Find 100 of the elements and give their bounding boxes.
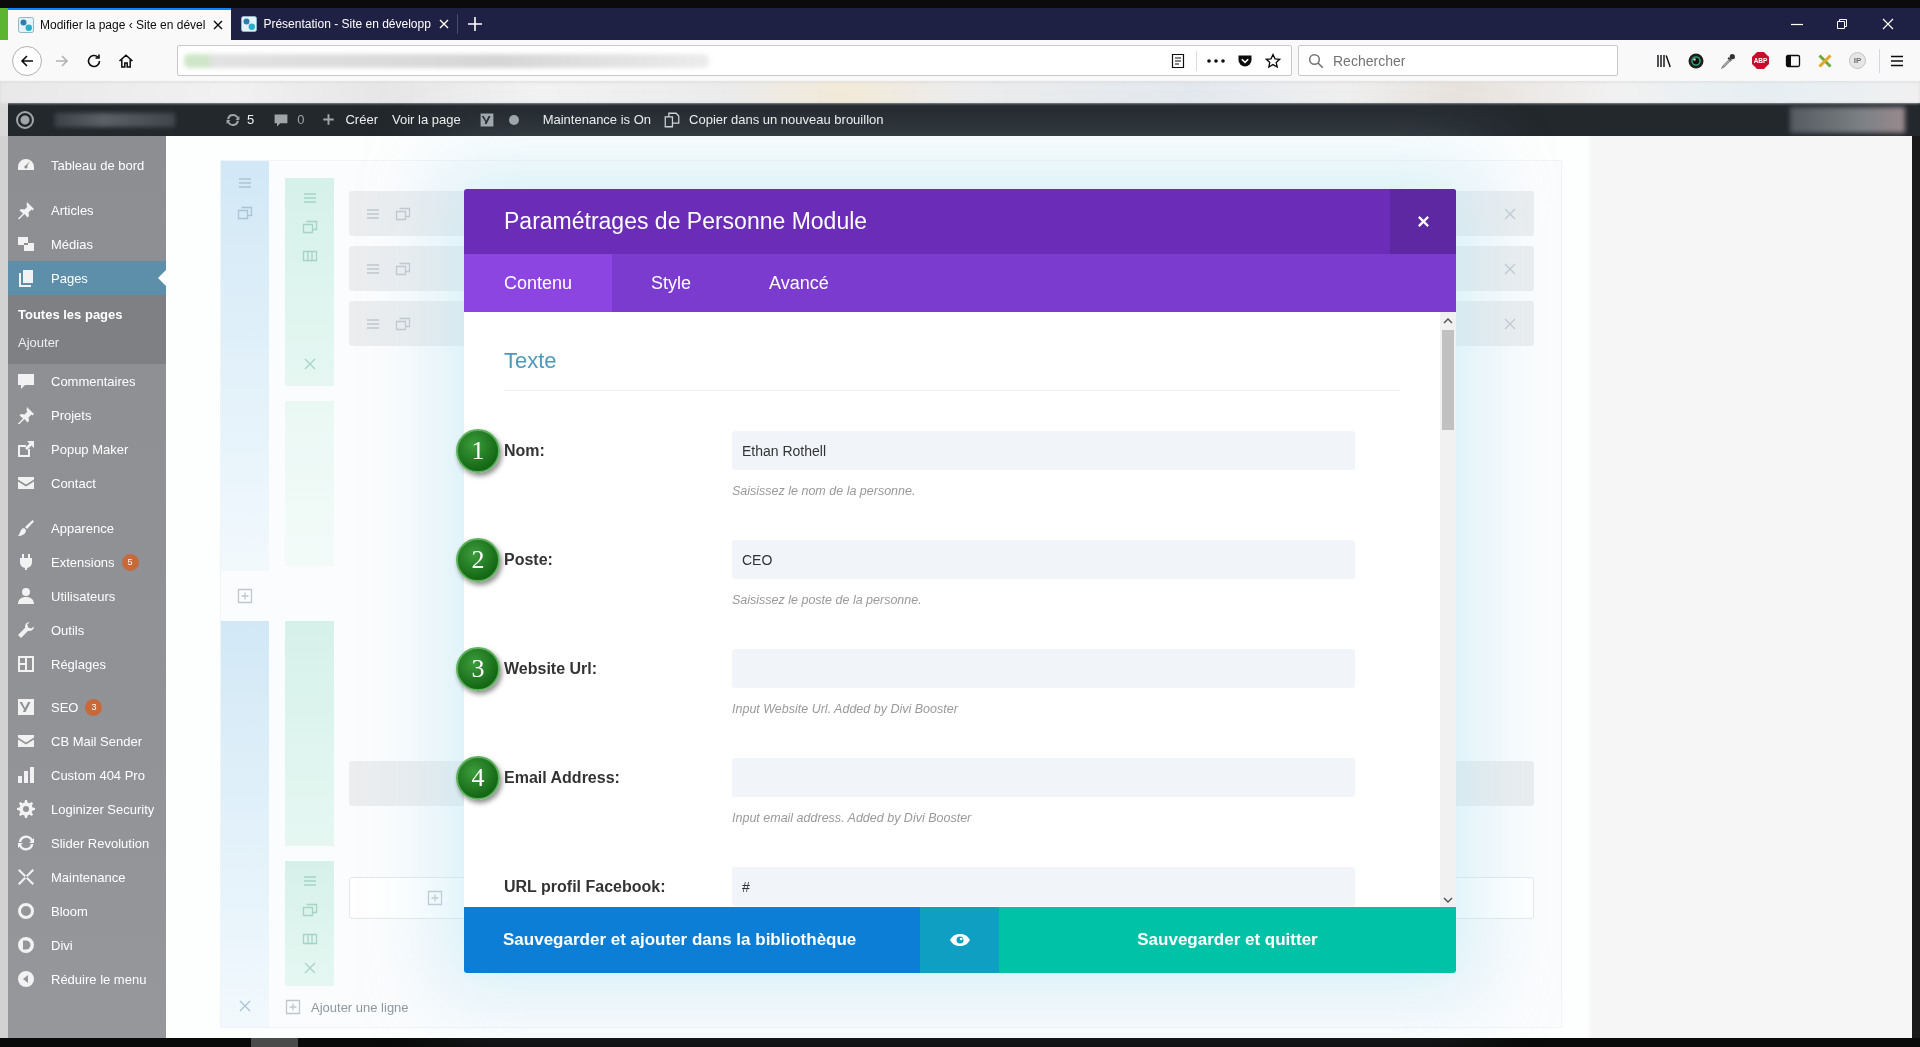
eyedropper-icon[interactable]	[1720, 52, 1736, 69]
external-link-icon	[16, 439, 36, 459]
maintenance-link[interactable]: Maintenance is On	[542, 112, 652, 127]
gear-icon	[16, 799, 36, 819]
submenu-item[interactable]: Ajouter	[8, 329, 166, 357]
save-to-library-button[interactable]: Sauvegarder et ajouter dans la bibliothèque	[464, 907, 920, 973]
collapse-menu-button[interactable]: Réduire le menu	[8, 962, 166, 996]
add-row-link[interactable]: Ajouter une ligne	[285, 998, 1534, 1016]
sidebar-item[interactable]: Réglages	[8, 647, 166, 681]
documents-icon	[16, 268, 36, 288]
seo-menu-button[interactable]	[478, 111, 519, 128]
lens-icon[interactable]	[1688, 52, 1704, 69]
sidebar-item[interactable]: Articles	[8, 193, 166, 227]
address-field[interactable]	[177, 45, 1292, 76]
library-icon[interactable]	[1656, 52, 1672, 69]
dots-favicon-icon	[18, 17, 34, 33]
arrow-right-icon[interactable]	[54, 52, 70, 69]
sidebar-item[interactable]: Médias	[8, 227, 166, 261]
submenu-item[interactable]: Toutes les pages	[8, 301, 166, 329]
text-field[interactable]: Ethan Rothell	[732, 431, 1355, 470]
sidebar-icon[interactable]	[1785, 52, 1801, 69]
star-icon[interactable]	[1265, 52, 1281, 69]
close-button[interactable]	[1390, 189, 1456, 254]
duplicate-icon[interactable]	[237, 205, 253, 221]
sidebar-item[interactable]: Divi	[8, 928, 166, 962]
taskbar-item[interactable]	[251, 1038, 298, 1047]
columns-icon[interactable]	[301, 248, 318, 264]
close-icon[interactable]	[213, 20, 224, 30]
sidebar-item[interactable]: Contact	[8, 466, 166, 500]
ip-badge[interactable]: IP	[1849, 52, 1866, 69]
sidebar-item[interactable]: SEO 3	[8, 690, 166, 724]
field-label: Poste:	[504, 550, 553, 569]
duplicate-icon[interactable]	[301, 219, 318, 235]
crossed-bars-icon[interactable]	[1817, 52, 1833, 69]
step-marker: 4	[456, 755, 500, 800]
sidebar-item[interactable]: Outils	[8, 613, 166, 647]
step-marker: 2	[456, 537, 500, 582]
pushpin-icon	[16, 405, 36, 425]
browser-tab[interactable]: Modifier la page ‹ Site en dével	[8, 8, 232, 40]
step-marker: 3	[456, 646, 500, 691]
sidebar-item[interactable]: Commentaires	[8, 364, 166, 398]
search-field[interactable]: Rechercher	[1298, 45, 1618, 76]
paintbrush-icon	[16, 518, 36, 538]
duplicate-icon[interactable]	[395, 260, 411, 277]
new-content-link[interactable]: Créer	[322, 112, 378, 127]
refresh-icon	[16, 833, 36, 853]
more-icon[interactable]	[1207, 58, 1225, 63]
reader-view-icon[interactable]	[1170, 52, 1186, 69]
comments-link[interactable]: 0	[273, 111, 305, 128]
field-label: URL profil Facebook:	[504, 877, 666, 896]
sidebar-item[interactable]: Projets	[8, 398, 166, 432]
sidebar-item[interactable]: CB Mail Sender	[8, 724, 166, 758]
circle-logo-icon	[16, 935, 36, 955]
sidebar-item[interactable]: Apparence	[8, 511, 166, 545]
sidebar-item[interactable]: Loginizer Security	[8, 792, 166, 826]
dialog-tab[interactable]: Contenu	[464, 254, 613, 312]
duplicate-icon[interactable]	[395, 205, 411, 222]
text-field[interactable]: CEO	[732, 540, 1355, 579]
duplicate-link[interactable]: Copier dans un nouveau brouillon	[663, 110, 884, 129]
crossed-tools-icon	[16, 867, 36, 887]
sidebar-item[interactable]: Utilisateurs	[8, 579, 166, 613]
view-page-link[interactable]: Voir la page	[392, 112, 461, 127]
field-help-text: Saisissez le nom de la personne.	[732, 483, 917, 499]
duplicate-icon[interactable]	[301, 902, 318, 918]
sidebar-item[interactable]: Tableau de bord	[8, 148, 166, 182]
home-icon[interactable]	[118, 52, 134, 69]
preview-button[interactable]	[920, 907, 999, 973]
reload-icon[interactable]	[86, 52, 102, 69]
dialog-tab[interactable]: Avancé	[730, 254, 868, 312]
sidebar-item[interactable]: Popup Maker	[8, 432, 166, 466]
duplicate-icon[interactable]	[395, 315, 411, 332]
field-label: Website Url:	[504, 659, 598, 678]
restore-icon[interactable]	[1836, 18, 1848, 30]
sidebar-item[interactable]: Bloom	[8, 894, 166, 928]
sidebar-item[interactable]: Pages	[8, 261, 166, 295]
columns-icon[interactable]	[301, 931, 318, 947]
sidebar-item[interactable]: Custom 404 Pro	[8, 758, 166, 792]
sidebar-item[interactable]: Extensions 5	[8, 545, 166, 579]
media-icon	[16, 234, 36, 254]
back-button[interactable]	[12, 45, 42, 76]
speech-bubble-icon	[16, 371, 36, 391]
plus-icon[interactable]	[467, 17, 482, 31]
save-and-quit-button[interactable]: Sauvegarder et quitter	[999, 907, 1456, 973]
field-help-text: Input email address. Added by Divi Booster	[732, 810, 973, 826]
updates-link[interactable]: 5	[225, 111, 255, 128]
sidebar-item[interactable]: Maintenance	[8, 860, 166, 894]
ring-icon	[16, 901, 36, 921]
refresh-icon	[225, 111, 241, 128]
dialog-tab[interactable]: Style	[612, 254, 731, 312]
browser-tab[interactable]: Présentation - Site en développ	[231, 8, 457, 40]
wrench-icon	[16, 620, 36, 640]
sidebar-item[interactable]: Slider Revolution	[8, 826, 166, 860]
scrollbar-thumb[interactable]	[1442, 330, 1454, 430]
tile-logo-icon	[478, 111, 495, 128]
field-help-text: Input Website Url. Added by Divi Booster	[732, 701, 960, 717]
chevron-down-icon[interactable]	[1443, 897, 1453, 903]
circle-logo-icon[interactable]	[15, 109, 35, 130]
chevron-up-icon[interactable]	[1443, 318, 1453, 324]
text-field[interactable]: #	[732, 867, 1355, 906]
search-icon	[1308, 52, 1324, 69]
